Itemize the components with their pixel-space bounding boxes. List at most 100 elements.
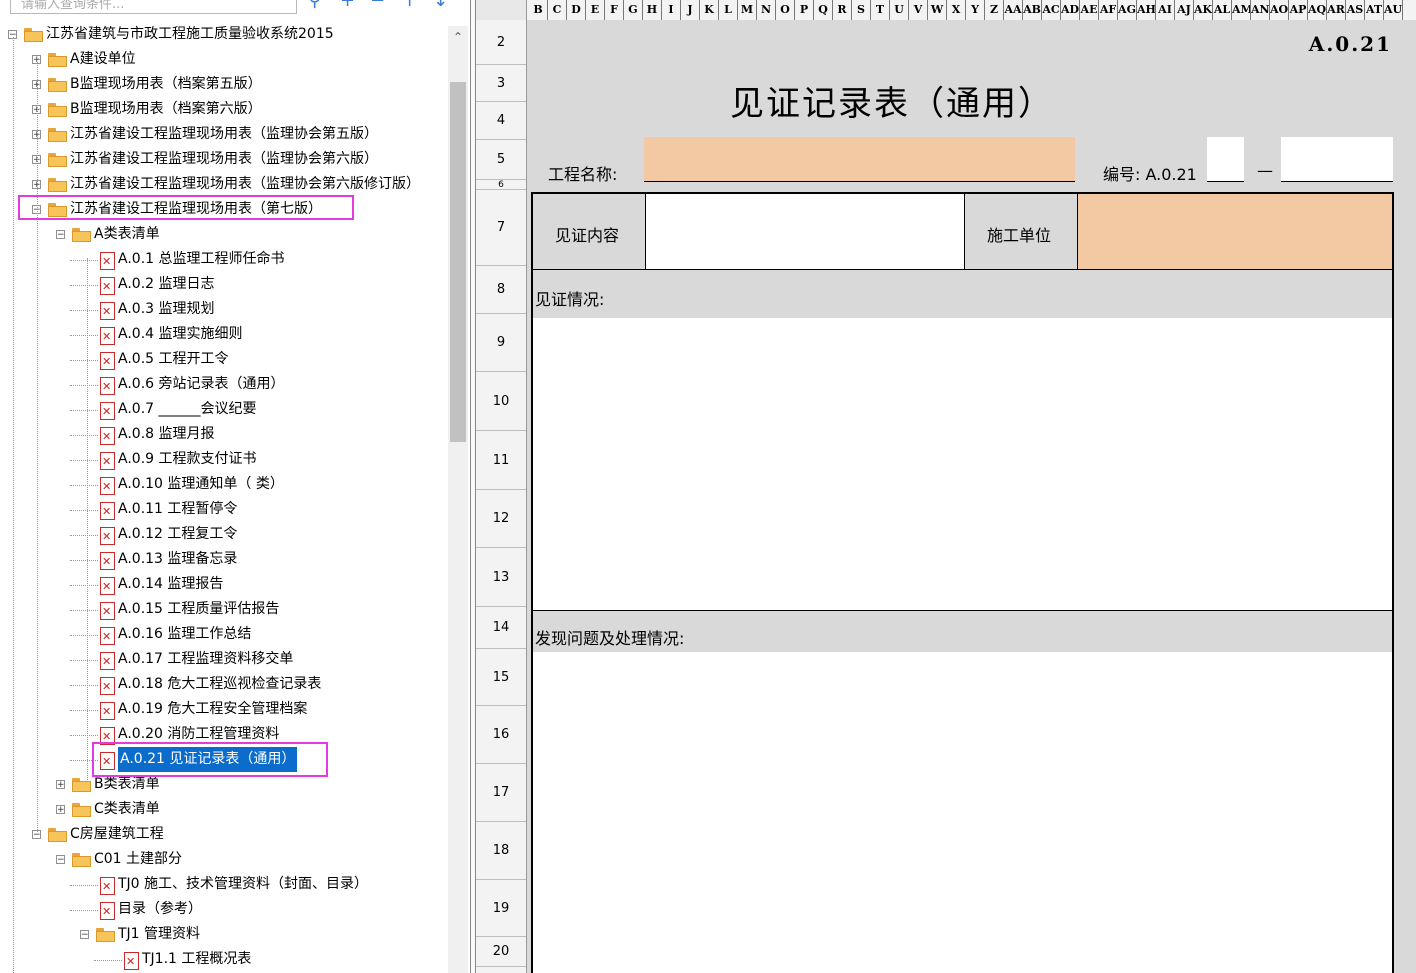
column-header-cell[interactable]: AH	[1137, 0, 1156, 20]
row-header-cell[interactable]: 14	[476, 607, 526, 649]
witness-content-field[interactable]	[646, 194, 965, 270]
arrow-up-icon[interactable]: ↑	[402, 0, 417, 10]
scroll-up-icon[interactable]: ⌃	[448, 26, 468, 48]
row-header-cell[interactable]: 9	[476, 314, 526, 372]
search-input[interactable]: 请输入查询条件...	[10, 0, 297, 14]
row-header-cell[interactable]: 6	[476, 180, 526, 190]
row-header-cell[interactable]: 17	[476, 764, 526, 822]
column-header-cell[interactable]: B	[529, 0, 548, 20]
column-header-cell[interactable]: AP	[1289, 0, 1308, 20]
collapse-icon[interactable]: −	[80, 930, 89, 940]
column-header-cell[interactable]: E	[586, 0, 605, 20]
search-icon[interactable]: ⚲	[308, 0, 321, 10]
column-header-cell[interactable]: T	[871, 0, 890, 20]
column-header-cell[interactable]: G	[624, 0, 643, 20]
column-header-cell[interactable]: N	[757, 0, 776, 20]
number-field-2[interactable]	[1281, 137, 1393, 182]
pdf-document-icon	[100, 402, 115, 420]
column-header-cell[interactable]: X	[947, 0, 966, 20]
column-header-cell[interactable]: H	[643, 0, 662, 20]
arrow-down-icon[interactable]: ↓	[433, 0, 448, 10]
folder-icon	[24, 28, 43, 42]
column-header-cell[interactable]: R	[833, 0, 852, 20]
plus-icon[interactable]: +	[340, 0, 355, 10]
tree-item-label: C类表清单	[94, 801, 160, 817]
witness-status-field[interactable]	[533, 318, 1392, 611]
column-header-cell[interactable]: V	[909, 0, 928, 20]
expand-icon[interactable]: +	[56, 805, 65, 815]
column-header-cell[interactable]: AR	[1327, 0, 1346, 20]
column-header-cell[interactable]: U	[890, 0, 909, 20]
tree-scrollbar[interactable]: ⌃	[448, 26, 468, 973]
column-header-cell[interactable]: Y	[966, 0, 985, 20]
column-header-cell[interactable]: Z	[985, 0, 1004, 20]
collapse-icon[interactable]: −	[56, 855, 65, 865]
row-header-cell[interactable]: 5	[476, 140, 526, 180]
scroll-thumb[interactable]	[450, 82, 466, 442]
column-header-cell[interactable]: AJ	[1175, 0, 1194, 20]
row-header-cell[interactable]: 20	[476, 937, 526, 967]
column-header-cell[interactable]: AN	[1251, 0, 1270, 20]
collapse-icon[interactable]: −	[56, 230, 65, 240]
row-header-cell[interactable]: 13	[476, 548, 526, 607]
pdf-document-icon	[100, 477, 115, 495]
row-header-cell[interactable]: 4	[476, 102, 526, 140]
column-header-cell[interactable]: D	[567, 0, 586, 20]
number-field-1[interactable]	[1207, 137, 1244, 182]
column-header-cell[interactable]: AC	[1042, 0, 1061, 20]
tree-item-label: A.0.16 监理工作总结	[118, 626, 252, 642]
column-header-cell[interactable]: C	[548, 0, 567, 20]
column-header-cell[interactable]: AS	[1346, 0, 1365, 20]
column-header-cell[interactable]: AM	[1232, 0, 1251, 20]
column-header-cell[interactable]: J	[681, 0, 700, 20]
minus-icon[interactable]: −	[370, 0, 385, 10]
row-header-cell[interactable]: 19	[476, 880, 526, 937]
column-header-cell[interactable]: AO	[1270, 0, 1289, 20]
expand-icon[interactable]: +	[56, 780, 65, 790]
row-header-cell[interactable]: 11	[476, 431, 526, 490]
row-header-cell[interactable]: 12	[476, 490, 526, 548]
pdf-document-icon	[100, 652, 115, 670]
folder-icon	[48, 178, 67, 192]
column-header-cell[interactable]: AF	[1099, 0, 1118, 20]
row-header-cell[interactable]: 15	[476, 649, 526, 706]
row-header-cell[interactable]: 16	[476, 706, 526, 764]
column-header-cell[interactable]: S	[852, 0, 871, 20]
tree-item-label: B监理现场用表（档案第六版）	[70, 101, 262, 117]
column-header-cell[interactable]: P	[795, 0, 814, 20]
project-name-field[interactable]	[644, 137, 1075, 182]
sheet-corner[interactable]	[476, 0, 527, 20]
row-header-cell[interactable]: 2	[476, 20, 526, 65]
column-header-cell[interactable]: L	[719, 0, 738, 20]
column-header-cell[interactable]: I	[662, 0, 681, 20]
column-header-cell[interactable]: F	[605, 0, 624, 20]
column-header-cell[interactable]: AQ	[1308, 0, 1327, 20]
folder-icon	[48, 153, 67, 167]
row-header-cell[interactable]: 18	[476, 822, 526, 880]
row-header-cell[interactable]: 3	[476, 65, 526, 102]
column-header-cell[interactable]: K	[700, 0, 719, 20]
row-header-cell[interactable]: 7	[476, 190, 526, 266]
row-header-cell[interactable]: 8	[476, 266, 526, 314]
column-header-cell[interactable]: AK	[1194, 0, 1213, 20]
column-header-cell[interactable]: AE	[1080, 0, 1099, 20]
column-header-cell[interactable]: AD	[1061, 0, 1080, 20]
column-header-cell[interactable]: O	[776, 0, 795, 20]
row-header-cell[interactable]: 10	[476, 372, 526, 431]
column-header-cell[interactable]: AU	[1384, 0, 1403, 20]
highlight-frame	[92, 742, 328, 777]
column-header-cell[interactable]: Q	[814, 0, 833, 20]
column-header-cell[interactable]: M	[738, 0, 757, 20]
contractor-field[interactable]	[1078, 194, 1392, 270]
column-header-cell[interactable]: AI	[1156, 0, 1175, 20]
column-header-cell[interactable]: W	[928, 0, 947, 20]
tree-item-label: C01 土建部分	[94, 851, 183, 867]
column-header-cell[interactable]: AL	[1213, 0, 1232, 20]
tree-connector	[70, 510, 98, 511]
issues-field[interactable]	[533, 652, 1392, 973]
form-table: 见证内容 施工单位 见证情况: 发现问题及处理情况:	[531, 192, 1394, 973]
column-header-cell[interactable]: AT	[1365, 0, 1384, 20]
column-header-cell[interactable]: AB	[1023, 0, 1042, 20]
column-header-cell[interactable]: AG	[1118, 0, 1137, 20]
column-header-cell[interactable]: AA	[1004, 0, 1023, 20]
